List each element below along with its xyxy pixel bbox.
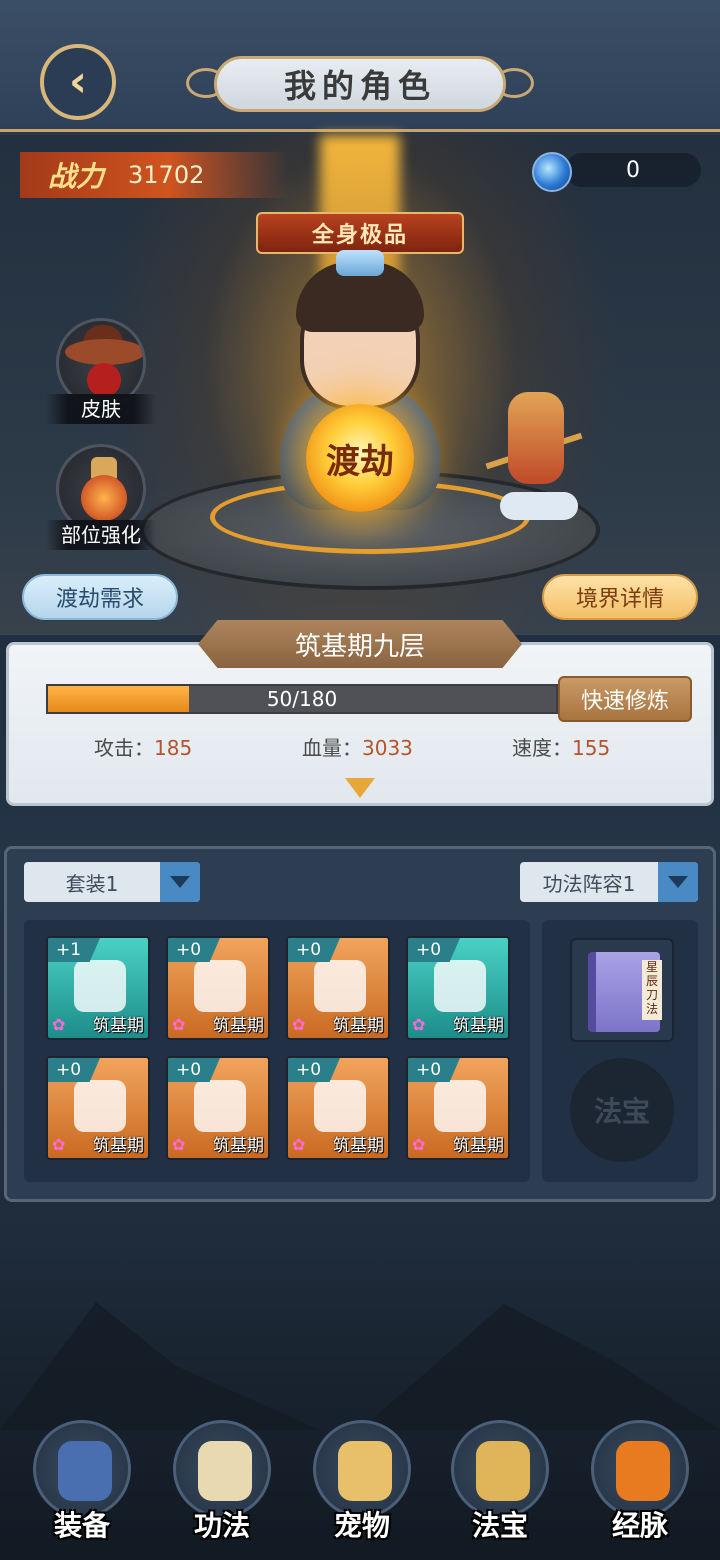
enhance-level: +0 xyxy=(168,938,220,962)
slot-realm: 筑基期 xyxy=(453,1136,504,1156)
nav-pet[interactable]: 宠物 xyxy=(310,1420,414,1550)
realm-name: 筑基期九层 xyxy=(198,620,522,668)
skill-lineup-label: 功法阵容1 xyxy=(542,871,636,896)
back-button[interactable]: ‹ xyxy=(40,44,116,120)
back-arrow-icon: ‹ xyxy=(68,56,88,107)
nav-label: 功法 xyxy=(193,1509,250,1542)
nav-label: 宠物 xyxy=(333,1509,390,1542)
character-crown xyxy=(336,250,384,276)
jade-dragon-icon xyxy=(434,1080,486,1132)
book-icon: 星辰刀法 xyxy=(588,952,662,1032)
enhance-level: +1 xyxy=(48,938,100,962)
dagger-icon xyxy=(74,960,126,1012)
equipment-slot[interactable]: +0 ✿ 筑基期 xyxy=(166,936,270,1040)
cloud-icon xyxy=(500,492,578,520)
stat-hp: 血量：3033 xyxy=(302,732,413,761)
star-icon: ✿ xyxy=(412,1135,426,1154)
equipment-slot[interactable]: +1 ✿ 筑基期 xyxy=(46,936,150,1040)
stat-speed: 速度：155 xyxy=(512,732,610,761)
cultivation-progress-bar: 50/180 xyxy=(46,684,558,714)
combat-power-value: 31702 xyxy=(128,161,205,189)
slot-realm: 筑基期 xyxy=(213,1016,264,1036)
tribulation-requirement-button[interactable]: 渡劫需求 xyxy=(22,574,178,620)
enhance-level: +0 xyxy=(288,1058,340,1082)
equipment-slot[interactable]: +0 ✿ 筑基期 xyxy=(46,1056,150,1160)
belt-icon xyxy=(194,1080,246,1132)
enhance-level: +0 xyxy=(408,938,460,962)
stat-speed-label: 速度： xyxy=(512,736,572,760)
stat-attack: 攻击：185 xyxy=(94,732,192,761)
set-dropdown-label: 套装1 xyxy=(65,871,119,896)
ring-icon xyxy=(314,1080,366,1132)
slot-realm: 筑基期 xyxy=(333,1016,384,1036)
slot-realm: 筑基期 xyxy=(333,1136,384,1156)
star-icon: ✿ xyxy=(292,1135,306,1154)
progress-text: 50/180 xyxy=(266,687,338,711)
chevron-down-icon xyxy=(658,862,698,902)
expand-arrow-icon[interactable] xyxy=(345,778,375,798)
nav-armor[interactable]: 装备 xyxy=(30,1420,134,1550)
quick-cultivate-button[interactable]: 快速修炼 xyxy=(558,676,692,722)
combat-power-bar: 战力 31702 xyxy=(20,152,290,198)
slot-realm: 筑基期 xyxy=(93,1016,144,1036)
star-icon: ✿ xyxy=(172,1135,186,1154)
armor-icon xyxy=(194,960,246,1012)
equipment-slot[interactable]: +0 ✿ 筑基期 xyxy=(166,1056,270,1160)
slot-realm: 筑基期 xyxy=(213,1136,264,1156)
star-icon: ✿ xyxy=(52,1135,66,1154)
combat-power-label: 战力 xyxy=(48,160,105,193)
tribulation-orb-button[interactable]: 渡劫 xyxy=(306,404,414,512)
stat-speed-value: 155 xyxy=(572,736,611,760)
stat-attack-value: 185 xyxy=(154,736,193,760)
nav-label: 装备 xyxy=(53,1509,110,1542)
nav-scroll[interactable]: 功法 xyxy=(170,1420,274,1550)
boots-icon xyxy=(434,960,486,1012)
necklace-icon xyxy=(74,1080,126,1132)
part-enhance-label: 部位强化 xyxy=(46,520,156,550)
skill-book-slot[interactable]: 星辰刀法 xyxy=(570,938,674,1042)
top-bar: ‹ 我的角色 xyxy=(0,0,720,132)
enhance-level: +0 xyxy=(408,1058,460,1082)
skin-button[interactable]: 皮肤 xyxy=(46,318,156,424)
part-enhance-button[interactable]: 部位强化 xyxy=(46,444,156,550)
stat-attack-label: 攻击： xyxy=(94,736,154,760)
nav-meridian[interactable]: 经脉 xyxy=(588,1420,692,1550)
skin-label: 皮肤 xyxy=(46,394,156,424)
enhance-level: +0 xyxy=(48,1058,100,1082)
star-icon: ✿ xyxy=(412,1015,426,1034)
star-icon: ✿ xyxy=(52,1015,66,1034)
treasure-empty-slot[interactable]: 法宝 xyxy=(570,1058,674,1162)
chevron-down-icon xyxy=(160,862,200,902)
equipment-slot[interactable]: +0 ✿ 筑基期 xyxy=(406,1056,510,1160)
monkey-king-pet[interactable] xyxy=(508,392,564,484)
star-icon: ✿ xyxy=(292,1015,306,1034)
book-title: 星辰刀法 xyxy=(642,960,662,1020)
page-title: 我的角色 xyxy=(214,56,506,112)
blue-orb-icon xyxy=(532,152,572,192)
stat-hp-label: 血量： xyxy=(302,736,362,760)
nav-treasure[interactable]: 法宝 xyxy=(448,1420,552,1550)
equipment-slot[interactable]: +0 ✿ 筑基期 xyxy=(286,936,390,1040)
skill-lineup-dropdown[interactable]: 功法阵容1 xyxy=(520,862,698,902)
slot-realm: 筑基期 xyxy=(453,1016,504,1036)
enhance-level: +0 xyxy=(168,1058,220,1082)
slot-realm: 筑基期 xyxy=(93,1136,144,1156)
realm-detail-button[interactable]: 境界详情 xyxy=(542,574,698,620)
enhance-level: +0 xyxy=(288,938,340,962)
nav-label: 法宝 xyxy=(471,1509,528,1542)
currency-counter[interactable]: 0 xyxy=(565,153,701,187)
star-icon: ✿ xyxy=(172,1015,186,1034)
equipment-slot[interactable]: +0 ✿ 筑基期 xyxy=(286,1056,390,1160)
set-dropdown[interactable]: 套装1 xyxy=(24,862,200,902)
stat-hp-value: 3033 xyxy=(362,736,413,760)
equipment-slot[interactable]: +0 ✿ 筑基期 xyxy=(406,936,510,1040)
skull-helm-icon xyxy=(314,960,366,1012)
currency-value: 0 xyxy=(626,157,640,183)
quality-banner: 全身极品 xyxy=(256,212,464,254)
nav-label: 经脉 xyxy=(611,1509,668,1542)
